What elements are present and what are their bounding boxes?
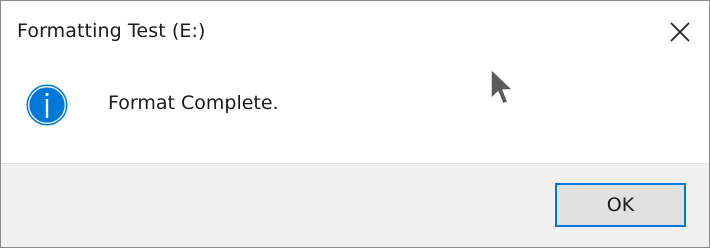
mouse-pointer-icon [490, 68, 514, 105]
info-icon [26, 84, 68, 126]
dialog-content: Format Complete. [1, 65, 709, 163]
ok-button-label: OK [606, 194, 635, 216]
close-button[interactable] [651, 1, 709, 63]
dialog-title: Formatting Test (E:) [17, 20, 206, 42]
ok-button[interactable]: OK [555, 183, 686, 227]
title-bar[interactable]: Formatting Test (E:) [1, 1, 709, 65]
message-text: Format Complete. [108, 92, 279, 114]
close-icon [670, 22, 690, 42]
message-dialog: Formatting Test (E:) Format Complete. OK [0, 0, 710, 248]
button-bar: OK [1, 163, 709, 247]
